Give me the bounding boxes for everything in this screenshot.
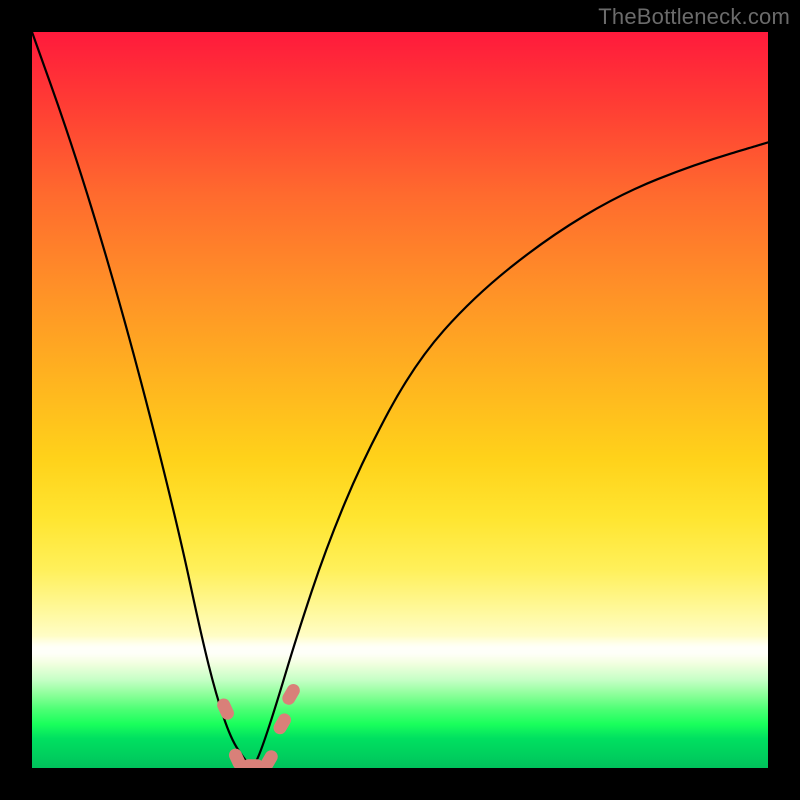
curve-right-branch bbox=[253, 142, 768, 768]
bottleneck-curve bbox=[32, 32, 768, 768]
curve-left-branch bbox=[32, 32, 253, 768]
curve-marker bbox=[271, 711, 293, 737]
chart-stage: TheBottleneck.com bbox=[0, 0, 800, 800]
curve-layer bbox=[32, 32, 768, 768]
watermark-text: TheBottleneck.com bbox=[598, 4, 790, 30]
plot-area bbox=[32, 32, 768, 768]
curve-marker bbox=[280, 682, 302, 708]
